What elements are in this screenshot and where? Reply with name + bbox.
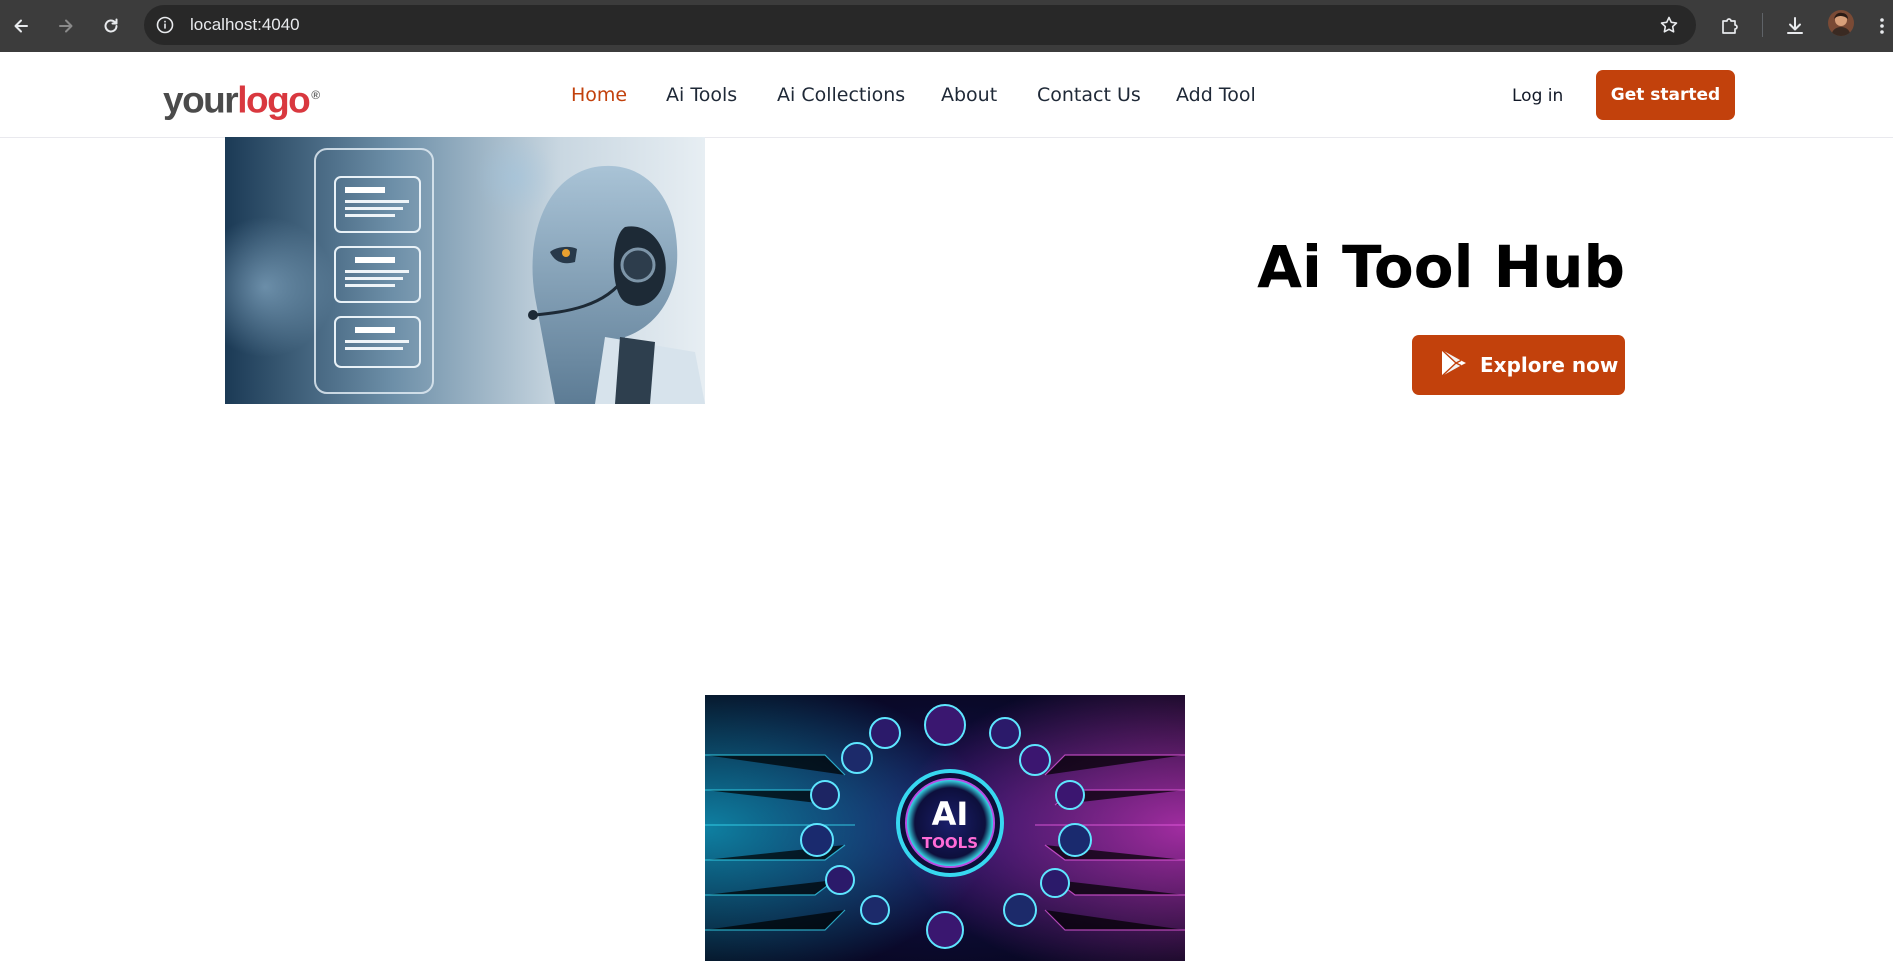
- address-bar[interactable]: localhost:4040: [144, 5, 1696, 45]
- play-store-icon: [1438, 348, 1468, 383]
- logo-text-logo: logo: [237, 79, 311, 121]
- back-icon[interactable]: [4, 9, 38, 43]
- hero-title: Ai Tool Hub: [1257, 233, 1625, 301]
- nav-about[interactable]: About: [941, 84, 997, 106]
- nav-contact-us[interactable]: Contact Us: [1037, 84, 1141, 106]
- ai-tools-image-ai-text: AI: [932, 795, 969, 833]
- star-icon[interactable]: [1658, 14, 1680, 36]
- ai-tools-image: AI TOOLS: [705, 695, 1185, 961]
- menu-icon[interactable]: [1872, 11, 1892, 41]
- download-icon[interactable]: [1780, 11, 1810, 41]
- extensions-icon[interactable]: [1715, 11, 1745, 41]
- nav-ai-collections[interactable]: Ai Collections: [777, 84, 905, 106]
- address-url[interactable]: localhost:4040: [190, 15, 300, 35]
- get-started-button[interactable]: Get started: [1596, 70, 1735, 120]
- explore-now-label: Explore now: [1480, 353, 1619, 377]
- site-info-icon[interactable]: [154, 14, 176, 36]
- logo-text-your: your: [163, 79, 239, 121]
- login-link[interactable]: Log in: [1512, 86, 1563, 106]
- site-logo[interactable]: yourlogo ®: [163, 73, 320, 122]
- toolbar-divider: [1762, 13, 1763, 37]
- forward-icon[interactable]: [49, 9, 83, 43]
- ai-tools-image-tools-text: TOOLS: [922, 834, 978, 852]
- hero-robot-image: [225, 137, 705, 404]
- logo-registered-mark: ®: [311, 88, 321, 102]
- nav-home[interactable]: Home: [571, 84, 627, 106]
- nav-add-tool[interactable]: Add Tool: [1176, 84, 1256, 106]
- site-header: yourlogo ® Home Ai Tools Ai Collections A…: [0, 52, 1893, 138]
- nav-ai-tools[interactable]: Ai Tools: [666, 84, 737, 106]
- reload-icon[interactable]: [94, 9, 128, 43]
- explore-now-button[interactable]: Explore now: [1412, 335, 1625, 395]
- profile-avatar[interactable]: [1828, 10, 1854, 36]
- browser-toolbar: localhost:4040: [0, 0, 1893, 52]
- get-started-label: Get started: [1610, 85, 1721, 105]
